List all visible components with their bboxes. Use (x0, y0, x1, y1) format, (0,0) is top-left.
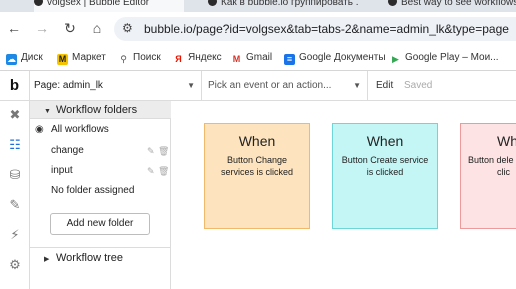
bubble-logo[interactable]: b (0, 71, 30, 101)
folder-label: change (51, 145, 84, 156)
folder-item-all-workflows[interactable]: ◉ All workflows (30, 120, 171, 140)
workflow-folders-header[interactable]: ▼ Workflow folders (30, 101, 171, 119)
bookmark-label: Диск (21, 52, 43, 63)
bubble-favicon-icon (34, 0, 43, 6)
folder-label: No folder assigned (51, 185, 135, 196)
save-status: Saved (404, 80, 433, 91)
event-description-line: is clicked (366, 167, 404, 177)
bookmark-label: Google Play – Мои... (405, 52, 499, 63)
workflow-canvas[interactable]: When Button Change services is clicked W… (171, 101, 516, 289)
market-icon: M (57, 54, 68, 65)
bookmark-google-play[interactable]: ▶ Google Play – Мои... (390, 51, 499, 65)
reload-icon[interactable]: ↻ (62, 20, 78, 36)
search-icon: ⚲ (120, 54, 127, 64)
browser-tab-strip: volgsex | Bubble Editor Как в bubble.io … (0, 0, 516, 12)
workflow-event-card[interactable]: When Button Change services is clicked (204, 123, 310, 229)
caret-down-icon: ▼ (44, 108, 51, 115)
bookmark-search[interactable]: ⚲ Поиск (118, 51, 161, 65)
tab-title: Best way to see workflows... (401, 0, 516, 8)
workflow-folders-panel: ▼ Workflow folders ◉ All workflows change… (30, 101, 171, 289)
site-info-icon[interactable]: ⚙ (122, 21, 133, 35)
page-select-value: Page: admin_lk (34, 80, 103, 91)
design-tools-icon[interactable]: ✖ (7, 107, 23, 123)
editor-top-bar: b Page: admin_lk ▼ Pick an event or an a… (0, 71, 516, 101)
back-arrow-icon[interactable]: ← (6, 20, 22, 36)
url-field[interactable]: ⚙ bubble.io/page?id=volgsex&tab=tabs-2&n… (114, 17, 516, 41)
workflow-event-card[interactable]: Wh Button dele clic (460, 123, 516, 229)
event-description-line: services is clicked (220, 167, 294, 177)
add-new-folder-button[interactable]: Add new folder (50, 213, 150, 235)
address-bar-row: ← → ↻ ⌂ ⚙ bubble.io/page?id=volgsex&tab=… (0, 12, 516, 46)
yandex-icon: Я (175, 54, 182, 64)
workflow-sitemap-icon[interactable]: ☷ (7, 137, 23, 153)
play-icon: ▶ (392, 54, 399, 64)
event-when-label: Wh (497, 133, 516, 149)
bookmarks-bar: ☁ Диск M Маркет ⚲ Поиск Я Яндекс M Gmail ≡ Goo… (0, 46, 516, 71)
event-action-select[interactable]: Pick an event or an action... ▼ (202, 71, 368, 101)
page-select[interactable]: Page: admin_lk ▼ (30, 71, 202, 101)
caret-right-icon: ▶ (44, 256, 50, 263)
plug-icon[interactable]: ⚡ (7, 227, 23, 243)
folder-label: input (51, 165, 73, 176)
chevron-down-icon: ▼ (353, 81, 361, 90)
drive-icon: ☁ (6, 54, 17, 65)
trash-icon[interactable]: 🗑 (158, 161, 169, 181)
event-when-label: When (366, 133, 404, 149)
tab-title: volgsex | Bubble Editor (47, 0, 150, 8)
workflow-tree-header[interactable]: ▶ Workflow tree (30, 247, 171, 267)
forward-arrow-icon[interactable]: → (34, 20, 50, 36)
folder-item-no-folder[interactable]: No folder assigned (30, 181, 171, 201)
docs-icon: ≡ (284, 54, 295, 65)
editor-icon-rail: ✖ ☷ ⛁ ✎ ⚡ ⚙ (0, 101, 30, 289)
event-description-line: Button dele (468, 155, 514, 165)
bookmark-gmail[interactable]: M Gmail (231, 51, 272, 65)
event-description-line: Button Change (226, 155, 288, 165)
brush-icon[interactable]: ✎ (7, 197, 23, 213)
favicon-icon (208, 0, 217, 6)
tab-title: Как в bubble.io группировать ... (221, 0, 358, 8)
home-icon[interactable]: ⌂ (89, 20, 105, 36)
folder-label: All workflows (51, 124, 109, 135)
bookmark-label: Google Документы (299, 52, 386, 63)
bookmark-label: Поиск (133, 52, 161, 63)
bookmark-label: Маркет (72, 52, 106, 63)
bookmark-yandex[interactable]: Я Яндекс (173, 51, 222, 65)
url-text: bubble.io/page?id=volgsex&tab=tabs-2&nam… (144, 22, 509, 36)
section-title: Workflow folders (56, 104, 138, 116)
settings-gear-icon[interactable]: ⚙ (7, 257, 23, 273)
chevron-down-icon: ▼ (187, 81, 195, 90)
database-icon[interactable]: ⛁ (7, 167, 23, 183)
bookmark-label: Яндекс (188, 52, 222, 63)
edit-menu[interactable]: Edit (376, 71, 393, 101)
event-description-line: clic (497, 167, 510, 177)
workflow-event-card[interactable]: When Button Create service is clicked (332, 123, 438, 229)
eye-icon[interactable]: ◉ (35, 120, 44, 140)
browser-tab[interactable]: Как в bubble.io группировать ... (208, 0, 358, 12)
bookmark-google-docs[interactable]: ≡ Google Документы (284, 51, 386, 65)
event-select-placeholder: Pick an event or an action... (208, 80, 332, 91)
trash-icon[interactable]: 🗑 (158, 141, 169, 161)
section-title: Workflow tree (56, 252, 124, 264)
gmail-icon: M (232, 54, 241, 64)
browser-tab[interactable]: Best way to see workflows... (388, 0, 516, 12)
browser-tab-active[interactable]: volgsex | Bubble Editor (34, 0, 184, 12)
favicon-icon (388, 0, 397, 6)
bookmark-market[interactable]: M Маркет (57, 51, 106, 65)
event-when-label: When (238, 133, 276, 149)
folder-item-change[interactable]: change ✎ 🗑 (30, 141, 171, 161)
bookmark-label: Gmail (246, 52, 273, 63)
folder-item-input[interactable]: input ✎ 🗑 (30, 161, 171, 181)
edit-pencil-icon[interactable]: ✎ (147, 161, 155, 181)
event-description-line: Button Create service (341, 155, 429, 165)
edit-pencil-icon[interactable]: ✎ (147, 141, 155, 161)
bookmark-disk[interactable]: ☁ Диск (6, 51, 43, 65)
